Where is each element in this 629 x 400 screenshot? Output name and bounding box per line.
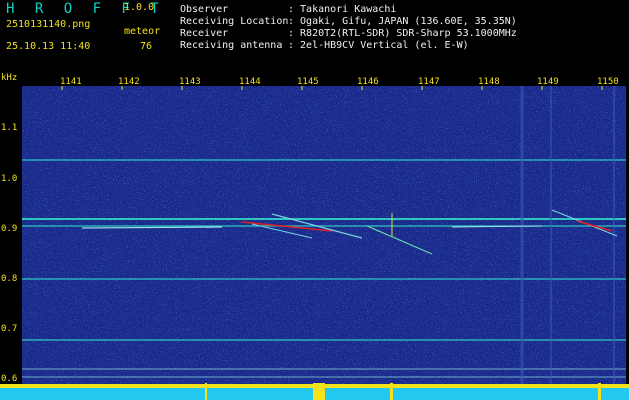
file-name: 2510131140.png [6, 19, 91, 30]
y-tick-0.7: 0.7 [1, 324, 18, 334]
y-tick-1.1: 1.1 [1, 123, 18, 133]
signal-bar-spike [598, 383, 601, 400]
y-axis-unit: kHz [1, 73, 18, 83]
app-version: 1.0.0 [124, 2, 155, 13]
meteor-count: 76 [140, 41, 153, 52]
spectrogram-noise [22, 86, 626, 386]
y-tick-0.9: 0.9 [1, 224, 18, 234]
location-value: : Ogaki, Gifu, JAPAN (136.60E, 35.35N) [288, 16, 517, 27]
signal-strength-bar [0, 383, 629, 400]
antenna-label: Receiving antenna [180, 40, 283, 51]
spectrogram [22, 86, 626, 386]
header-panel: H R O F F T 1.0.0 2510131140.png meteor … [0, 0, 629, 74]
signal-bar-spike [205, 383, 207, 400]
timestamp: 25.10.13 11:40 [6, 41, 91, 52]
location-label: Receiving Location [180, 16, 289, 27]
y-tick-1.0: 1.0 [1, 174, 18, 184]
signal-bar-spike [390, 383, 393, 400]
observer-label: Observer [180, 4, 229, 15]
observer-value: : Takanori Kawachi [288, 4, 397, 15]
receiver-label: Receiver [180, 28, 229, 39]
receiver-value: : R820T2(RTL-SDR) SDR-Sharp 53.1000MHz [288, 28, 517, 39]
meteor-label: meteor [124, 26, 161, 37]
antenna-value: : 2el-HB9CV Vertical (el. E-W) [288, 40, 469, 51]
signal-bar-spike [313, 383, 325, 400]
y-tick-0.8: 0.8 [1, 274, 18, 284]
